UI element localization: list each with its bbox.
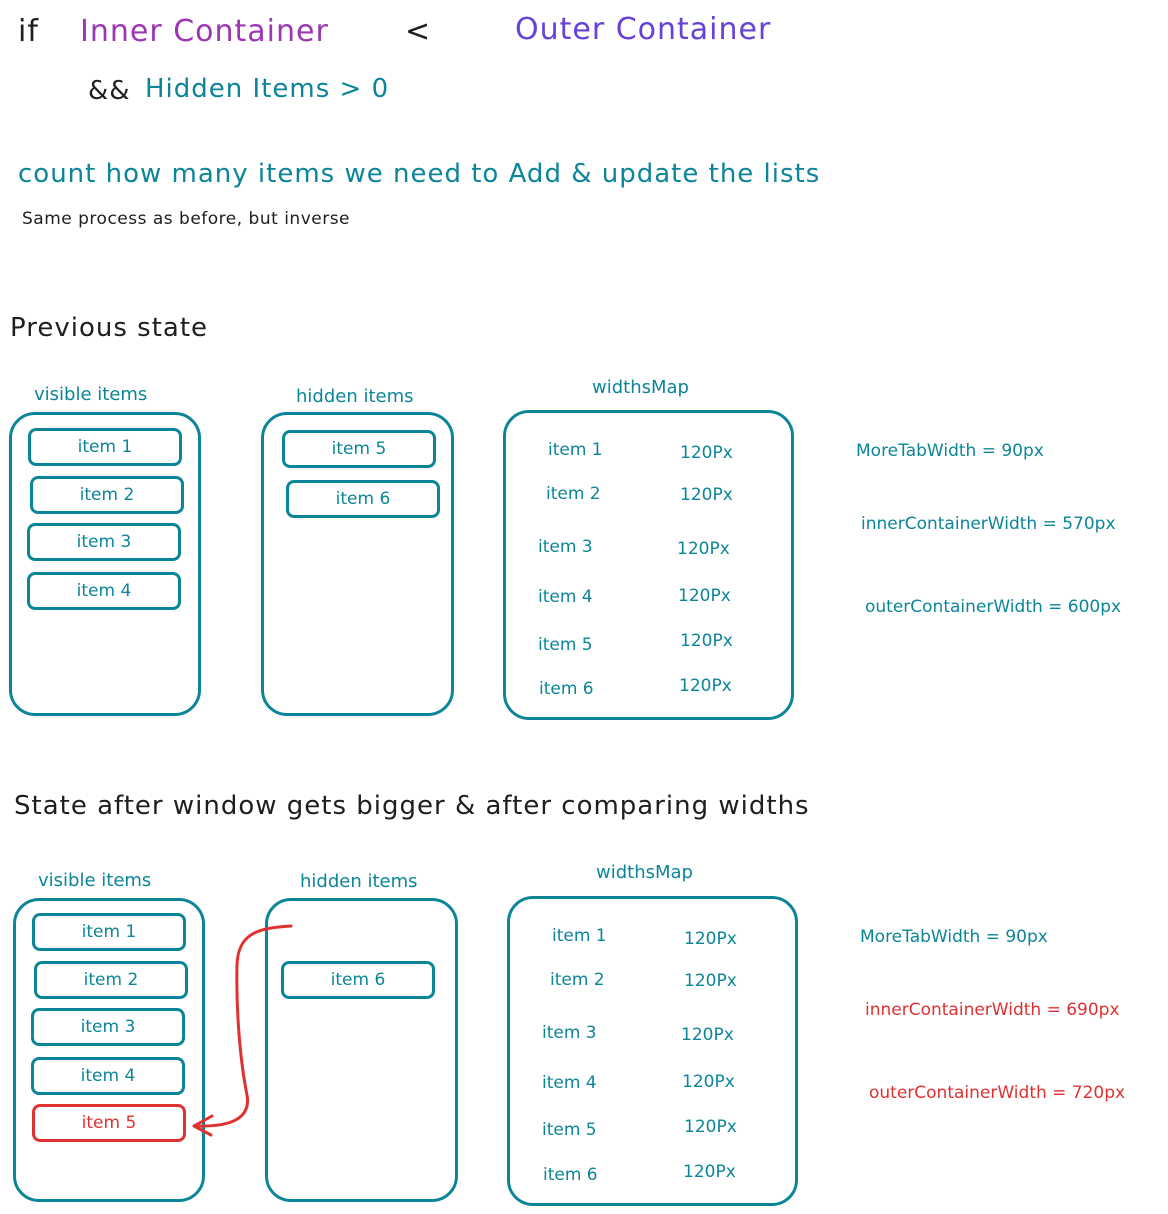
- move-item-arrow: [192, 924, 293, 1137]
- move-item-arrow-line: [194, 924, 293, 1128]
